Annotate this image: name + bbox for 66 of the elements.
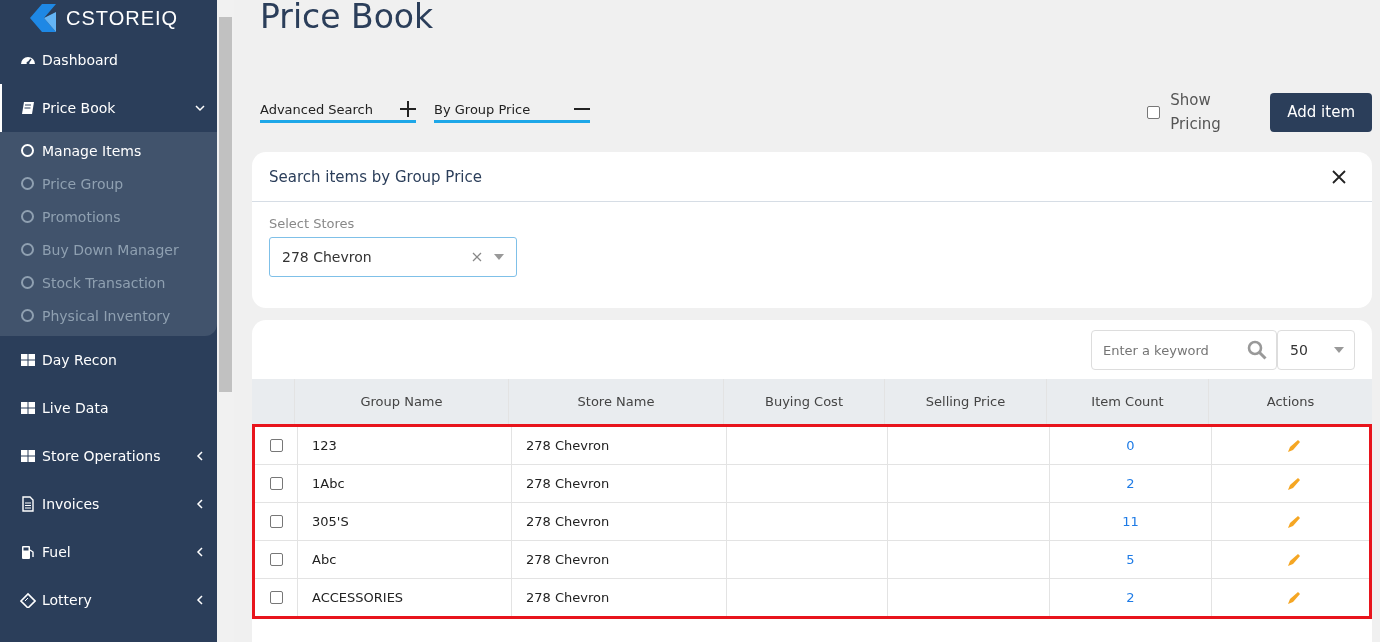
column-header: Group Name: [295, 379, 509, 424]
ticket-icon: [20, 592, 36, 608]
checkbox-label: Show Pricing: [1170, 90, 1222, 135]
checkbox[interactable]: [1147, 105, 1161, 119]
store-select[interactable]: 278 Chevron: [269, 237, 517, 277]
search-icon: [1247, 340, 1267, 360]
table-cell: 278 Chevron: [512, 465, 727, 502]
column-header: Item Count: [1047, 379, 1209, 424]
book-icon: [20, 100, 36, 116]
chevron-left-icon: [195, 451, 205, 461]
table-cell: 278 Chevron: [512, 541, 727, 578]
row-checkbox[interactable]: [269, 477, 283, 490]
table-cell: 278 Chevron: [512, 427, 727, 464]
table-cell: 305'S: [298, 503, 512, 540]
plus-icon: [400, 101, 416, 117]
nav-item[interactable]: Store Operations: [0, 432, 217, 480]
row-checkbox[interactable]: [269, 515, 283, 528]
logo-icon: [28, 2, 58, 34]
fuel-pump-icon: [20, 544, 36, 560]
chevron-left-icon: [195, 547, 205, 557]
item-count-link[interactable]: 2: [1126, 476, 1135, 491]
table-cell: ACCESSORIES: [298, 579, 512, 616]
card-title: Search items by Group Price: [269, 167, 482, 186]
page-title: Price Book: [260, 0, 435, 36]
grid-icon: [20, 400, 36, 416]
add-item-button[interactable]: Add item: [1270, 92, 1372, 132]
submenu-item[interactable]: Manage Items: [0, 134, 217, 167]
column-header: Store Name: [509, 379, 724, 424]
chevron-left-icon: [195, 499, 205, 509]
chevron-left-icon: [195, 595, 205, 605]
chevron-down-icon: [195, 103, 205, 113]
caret-icon: [494, 254, 504, 260]
column-header: Selling Price: [885, 379, 1047, 424]
field-label: Select Stores: [269, 216, 356, 231]
minus-icon: [574, 108, 590, 110]
row-checkbox[interactable]: [269, 591, 283, 604]
row-checkbox[interactable]: [269, 553, 283, 566]
table-cell: 123: [298, 427, 512, 464]
search-field[interactable]: Enter a keyword: [1091, 330, 1277, 370]
nav-item[interactable]: Day Recon: [0, 336, 217, 384]
grid-icon: [20, 352, 36, 368]
column-header: Buying Cost: [724, 379, 885, 424]
document-icon: [20, 496, 36, 512]
column-header: Actions: [1265, 393, 1316, 411]
nav-item[interactable]: Fuel: [0, 528, 217, 576]
item-count-link[interactable]: 11: [1122, 514, 1139, 529]
nav-item[interactable]: Invoices: [0, 480, 217, 528]
nav-item[interactable]: Dashboard: [0, 36, 217, 84]
toggle-tab[interactable]: By Group Price: [434, 101, 590, 123]
item-count-link[interactable]: 0: [1126, 438, 1135, 453]
item-count-link[interactable]: 2: [1126, 590, 1135, 605]
grid-icon: [20, 448, 36, 464]
clear-icon: [472, 252, 482, 262]
table-cell: 278 Chevron: [512, 503, 727, 540]
toggle-tab[interactable]: Advanced Search: [260, 101, 416, 123]
logo-text: CSTOREIQ: [66, 6, 179, 30]
table-cell: 1Abc: [298, 465, 512, 502]
nav-item[interactable]: Live Data: [0, 384, 217, 432]
close-icon[interactable]: [1332, 169, 1346, 184]
row-checkbox[interactable]: [269, 439, 283, 452]
item-count-link[interactable]: 5: [1126, 552, 1135, 567]
page-size-select[interactable]: 50: [1277, 330, 1355, 370]
table-cell: 278 Chevron: [512, 579, 727, 616]
nav-item[interactable]: Lottery: [0, 576, 217, 624]
table-cell: Abc: [298, 541, 512, 578]
caret-icon: [1334, 347, 1344, 353]
